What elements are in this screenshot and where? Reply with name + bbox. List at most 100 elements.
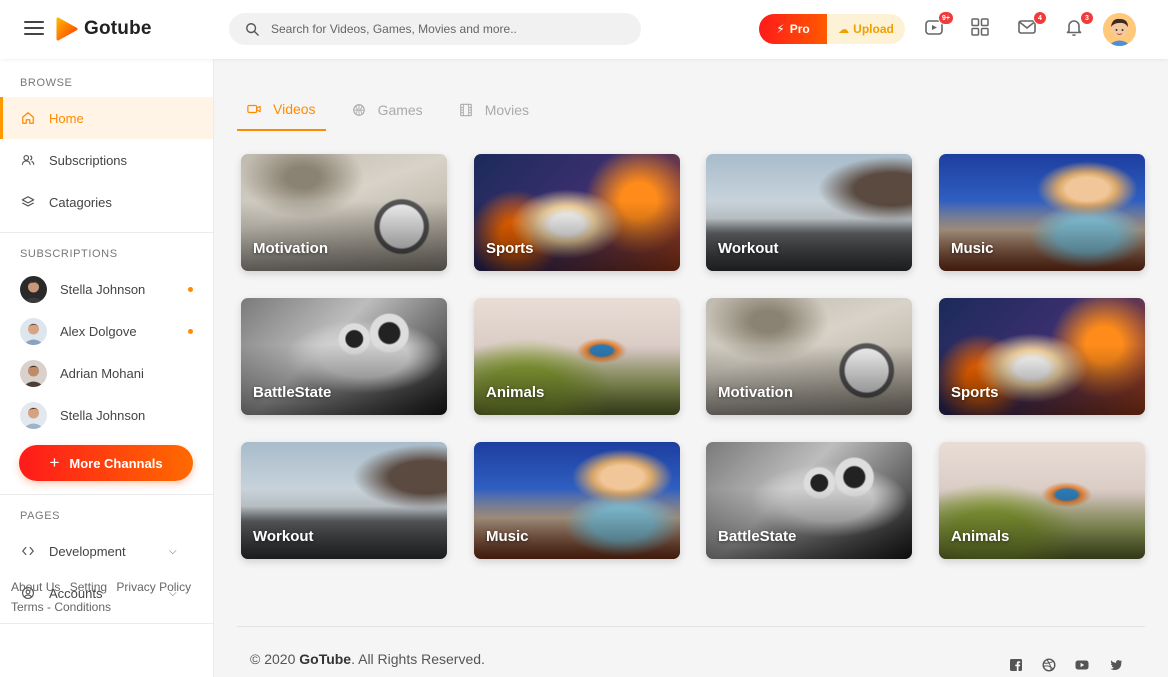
sidebar-divider <box>0 232 213 233</box>
card-title: Motivation <box>253 240 328 257</box>
category-card-music[interactable]: Music <box>474 442 680 559</box>
user-avatar[interactable] <box>1103 13 1136 46</box>
notifications-button[interactable]: 3 <box>1064 11 1094 39</box>
pages-section-title: PAGES <box>20 510 61 522</box>
card-title: BattleState <box>253 384 332 401</box>
category-card-animals[interactable]: Animals <box>939 442 1145 559</box>
card-title: Sports <box>951 384 999 401</box>
terms-link[interactable]: Terms - Conditions <box>11 600 111 614</box>
twitter-link[interactable] <box>1109 658 1125 674</box>
channel-avatar <box>20 359 47 387</box>
youtube-link[interactable] <box>1075 658 1091 674</box>
logo[interactable]: Gotube <box>56 17 152 41</box>
sidebar-item-categories[interactable]: Catagories <box>0 181 213 223</box>
more-channels-label: More Channals <box>69 455 163 471</box>
search-bar[interactable] <box>229 13 641 45</box>
tab-games[interactable]: Games <box>342 88 433 131</box>
card-title: Workout <box>718 240 779 257</box>
content-tabs: Videos Games Movies <box>237 88 555 131</box>
sidebar-item-subscriptions[interactable]: Subscriptions <box>0 139 213 181</box>
subscription-item[interactable]: Stella Johnson <box>0 394 213 436</box>
upload-label: Upload <box>853 22 894 36</box>
tab-label: Movies <box>484 101 530 118</box>
sidebar-item-label: Catagories <box>49 194 112 210</box>
facebook-link[interactable] <box>1009 658 1025 674</box>
category-card-workout[interactable]: Workout <box>241 442 447 559</box>
browse-section-title: BROWSE <box>20 77 73 89</box>
pro-upload-group: ⚡ Pro ☁ Upload <box>759 14 905 44</box>
pro-label: Pro <box>789 22 810 36</box>
cloud-upload-icon: ☁ <box>838 23 850 36</box>
card-title: Music <box>951 240 994 257</box>
copyright-text: © 2020 GoTube. All Rights Reserved. <box>250 651 485 667</box>
category-card-animals[interactable]: Animals <box>474 298 680 415</box>
facebook-icon <box>1010 659 1022 671</box>
subscription-item[interactable]: Stella Johnson <box>0 268 213 310</box>
card-title: Animals <box>486 384 545 401</box>
sidebar-item-label: Development <box>49 543 126 559</box>
home-icon <box>22 112 34 124</box>
channel-avatar <box>20 317 47 345</box>
sidebar-item-label: Subscriptions <box>49 152 128 168</box>
video-notifications-button[interactable]: 9+ <box>924 11 954 39</box>
card-title: Sports <box>486 240 534 257</box>
category-card-sports[interactable]: Sports <box>474 154 680 271</box>
top-header: Gotube ⚡ Pro ☁ Upload 9+ 4 3 <box>0 0 1168 59</box>
search-input[interactable] <box>271 22 611 36</box>
plus-icon: + <box>49 453 60 472</box>
tab-label: Videos <box>273 100 316 117</box>
grid-icon <box>971 18 989 36</box>
dribbble-link[interactable] <box>1042 658 1058 674</box>
tab-movies[interactable]: Movies <box>449 88 539 131</box>
layers-icon <box>21 196 35 207</box>
category-card-motivation[interactable]: Motivation <box>241 154 447 271</box>
notifications-badge: 3 <box>1080 11 1094 25</box>
subscription-name: Stella Johnson <box>60 281 146 297</box>
card-title: BattleState <box>718 528 797 545</box>
tab-label: Games <box>377 101 423 118</box>
twitter-icon <box>1110 660 1122 670</box>
upload-button[interactable]: ☁ Upload <box>827 14 905 44</box>
subscription-name: Adrian Mohani <box>60 365 144 381</box>
about-us-link[interactable]: About Us <box>11 580 60 594</box>
card-title: Motivation <box>718 384 793 401</box>
new-content-dot <box>188 286 193 292</box>
sidebar-item-development[interactable]: Development ⌵ <box>0 530 213 572</box>
brand-name: GoTube <box>299 651 352 667</box>
category-card-motivation[interactable]: Motivation <box>706 298 912 415</box>
menu-toggle-icon[interactable] <box>24 21 44 37</box>
subscription-item[interactable]: Adrian Mohani <box>0 352 213 394</box>
sidebar-item-label: Home <box>49 110 84 126</box>
user-avatar-image <box>1103 13 1136 46</box>
subscriptions-section-title: SUBSCRIPTIONS <box>20 248 118 260</box>
more-channels-button[interactable]: + More Channals <box>19 445 193 481</box>
youtube-icon <box>1075 660 1089 670</box>
category-card-music[interactable]: Music <box>939 154 1145 271</box>
footer-divider <box>237 626 1145 627</box>
video-camera-icon <box>247 104 261 113</box>
mail-badge: 4 <box>1033 11 1047 25</box>
pro-button[interactable]: ⚡ Pro <box>759 14 827 44</box>
category-card-workout[interactable]: Workout <box>706 154 912 271</box>
logo-text: Gotube <box>84 18 152 39</box>
category-card-battlestate[interactable]: BattleState <box>706 442 912 559</box>
subscription-name: Alex Dolgove <box>60 323 137 339</box>
subscription-item[interactable]: Alex Dolgove <box>0 310 213 352</box>
messages-button[interactable]: 4 <box>1017 11 1047 39</box>
tab-videos[interactable]: Videos <box>237 88 326 131</box>
dribbble-icon <box>1042 658 1056 672</box>
apps-grid-button[interactable] <box>970 17 992 39</box>
card-title: Workout <box>253 528 314 545</box>
card-title: Music <box>486 528 529 545</box>
setting-link[interactable]: Setting <box>70 580 107 594</box>
card-title: Animals <box>951 528 1010 545</box>
category-card-sports[interactable]: Sports <box>939 298 1145 415</box>
sidebar-item-home[interactable]: Home <box>0 97 213 139</box>
category-card-battlestate[interactable]: BattleState <box>241 298 447 415</box>
new-content-dot <box>188 328 193 334</box>
chevron-down-icon[interactable]: ⌵ <box>169 546 177 557</box>
channel-avatar <box>20 275 47 303</box>
channel-avatar <box>20 401 47 429</box>
privacy-policy-link[interactable]: Privacy Policy <box>116 580 191 594</box>
users-icon <box>21 154 35 165</box>
